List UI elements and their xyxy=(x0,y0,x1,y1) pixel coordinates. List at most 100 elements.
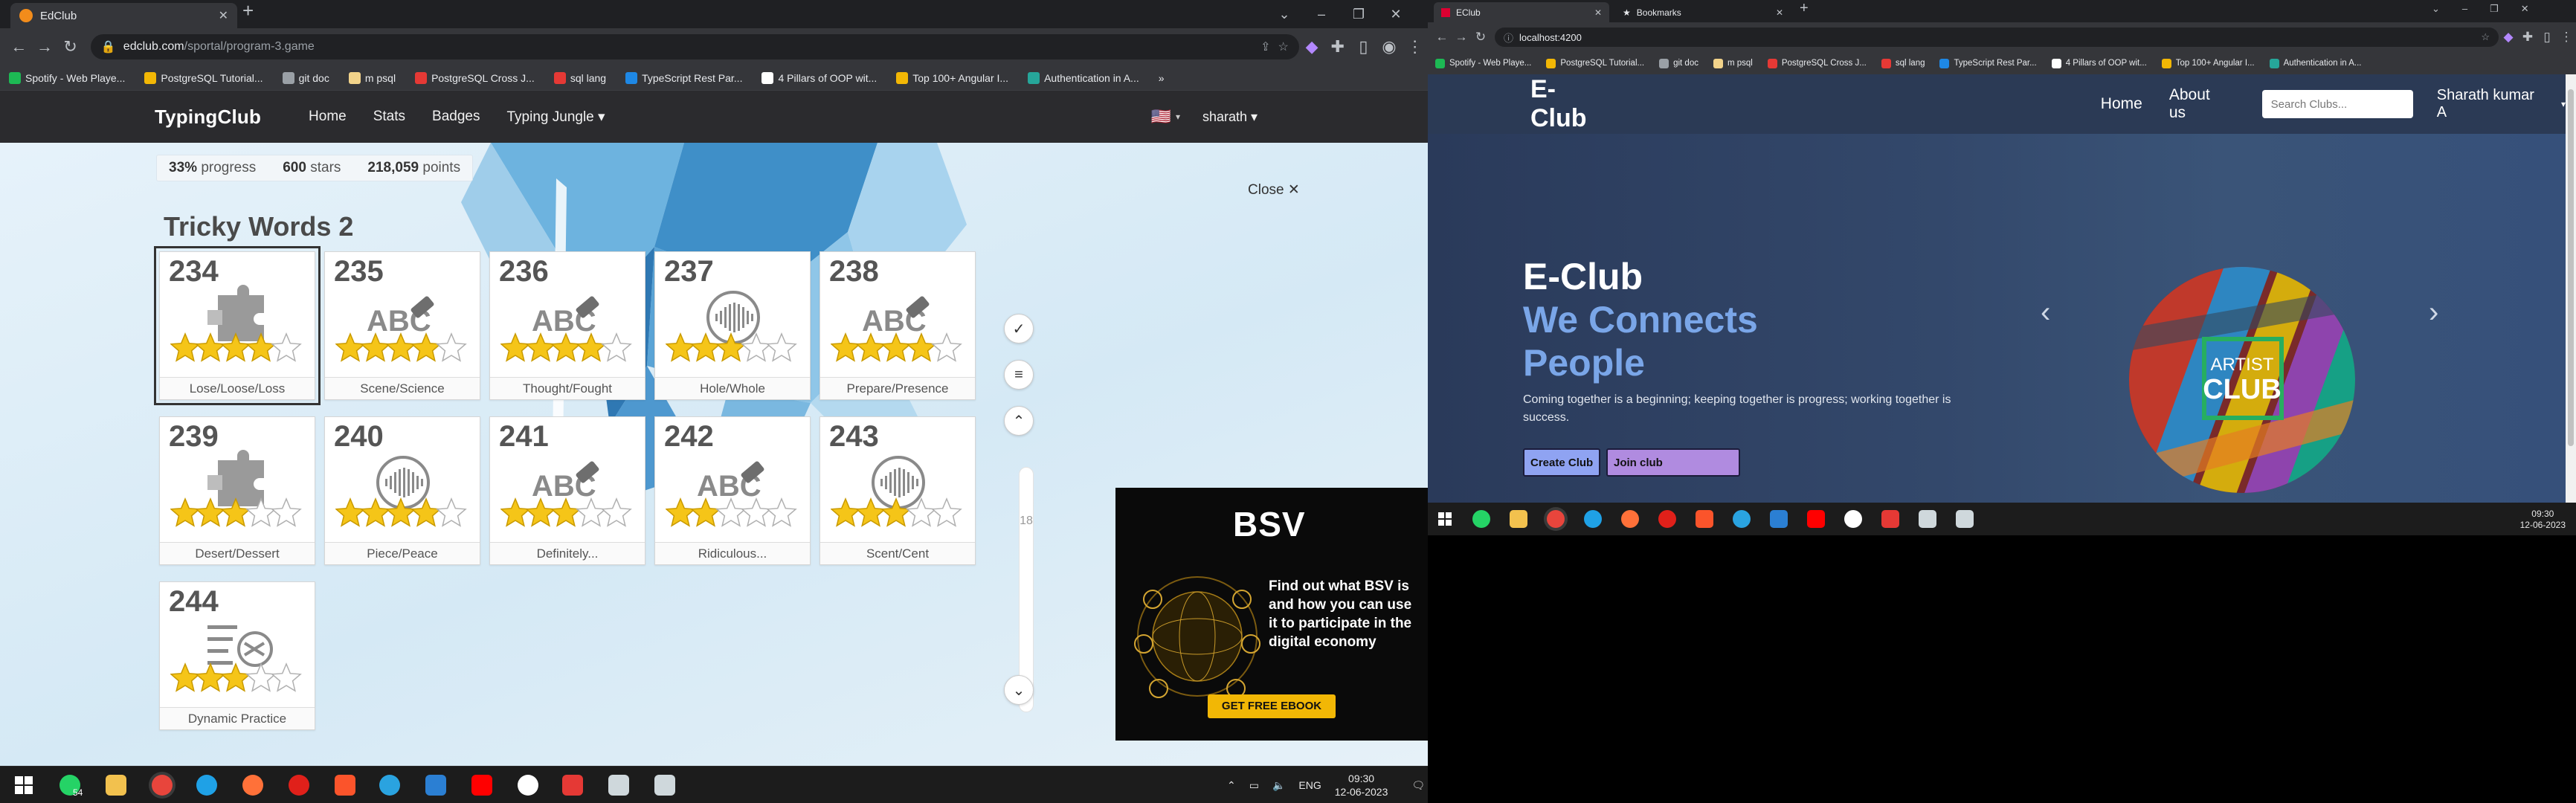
bookmark-more[interactable]: » xyxy=(1159,72,1165,84)
bookmark-typescript-rest-par[interactable]: TypeScript Rest Par... xyxy=(1939,58,2037,68)
bookmark-star-icon[interactable]: ☆ xyxy=(1278,39,1288,54)
chrome-menu-icon[interactable]: ⋮ xyxy=(1402,37,1428,57)
lesson-card-244[interactable]: 244 Dynamic Practice xyxy=(159,581,315,730)
page-scrollbar-thumb[interactable] xyxy=(2568,89,2574,446)
red-app-icon[interactable] xyxy=(1881,510,1899,528)
url-field[interactable]: 🔒 edclub.com/sportal/program-3.game ⇪ ☆ xyxy=(90,34,1299,59)
lesson-card-237[interactable]: 237 Hole/Whole xyxy=(654,251,811,400)
tool-app-2-icon[interactable] xyxy=(1956,510,1974,528)
bookmark-authentication-in-a[interactable]: Authentication in A... xyxy=(2269,58,2361,68)
menu-icon[interactable]: ≡ xyxy=(1004,360,1034,390)
telegram-icon[interactable] xyxy=(1733,510,1751,528)
tab-close-icon[interactable]: ✕ xyxy=(1594,7,1602,18)
brave-icon[interactable] xyxy=(335,775,355,796)
lesson-card-240[interactable]: 240 Piece/Peace xyxy=(324,416,480,565)
telegram-icon[interactable] xyxy=(379,775,400,796)
extensions-puzzle-icon[interactable]: ✚ xyxy=(2518,30,2537,45)
bookmark-postgresql-cross-j[interactable]: PostgreSQL Cross J... xyxy=(1767,58,1867,68)
vscode-icon[interactable] xyxy=(1770,510,1788,528)
bookmark-postgresql-tutorial[interactable]: PostgreSQL Tutorial... xyxy=(144,71,263,84)
check-circle-icon[interactable]: ✓ xyxy=(1004,314,1034,344)
new-tab-button[interactable]: + xyxy=(1800,0,1809,17)
get-free-ebook-button[interactable]: GET FREE EBOOK xyxy=(1208,694,1336,718)
extension-icon[interactable]: ◆ xyxy=(1299,37,1325,57)
bookmark-top-100-angular-i[interactable]: Top 100+ Angular I... xyxy=(2161,58,2255,68)
lesson-card-239[interactable]: 239 Desert/Dessert xyxy=(159,416,315,565)
minimize-icon[interactable]: – xyxy=(1303,0,1340,28)
sidebar-icon[interactable]: ▯ xyxy=(2537,30,2557,45)
tool-app-icon[interactable] xyxy=(608,775,629,796)
lesson-card-241[interactable]: 241 ABC Definitely... xyxy=(489,416,645,565)
nav-stats[interactable]: Stats xyxy=(373,109,405,125)
lesson-card-235[interactable]: 235 ABC Scene/Science xyxy=(324,251,480,400)
bookmark-star-icon[interactable]: ☆ xyxy=(2481,31,2490,43)
lesson-card-243[interactable]: 243 Scent/Cent xyxy=(820,416,976,565)
youtube-icon[interactable] xyxy=(471,775,492,796)
tab-bookmarks[interactable]: ★ Bookmarks ✕ xyxy=(1615,2,1791,22)
edge-icon[interactable] xyxy=(196,775,217,796)
brave-icon[interactable] xyxy=(1696,510,1713,528)
tab-close-icon[interactable]: ✕ xyxy=(219,8,228,23)
bookmark-m-psql[interactable]: m psql xyxy=(1713,58,1753,68)
profile-avatar-icon[interactable]: ◉ xyxy=(1376,37,1403,57)
tab-close-icon[interactable]: ✕ xyxy=(1776,7,1783,18)
bookmark-git-doc[interactable]: git doc xyxy=(282,71,329,84)
nav-badges[interactable]: Badges xyxy=(432,109,480,125)
bsv-advertisement[interactable]: BSV Find out what BSV is and how you can… xyxy=(1115,488,1428,741)
sidebar-icon[interactable]: ▯ xyxy=(1350,37,1376,57)
typingclub-logo[interactable]: TypingClub xyxy=(155,106,261,129)
chrome-icon[interactable] xyxy=(1547,510,1565,528)
volume-icon[interactable]: 🔈 xyxy=(1272,779,1285,792)
share-icon[interactable]: ⇪ xyxy=(1260,39,1270,54)
lesson-card-236[interactable]: 236 ABC Thought/Fought xyxy=(489,251,645,400)
app-icon[interactable] xyxy=(518,775,538,796)
eclub-logo[interactable]: E-Club xyxy=(1530,75,1610,133)
chevron-up-icon[interactable]: ⌃ xyxy=(1004,406,1034,436)
new-tab-button[interactable]: + xyxy=(242,0,254,22)
close-button[interactable]: Close ✕ xyxy=(1248,181,1300,199)
windows-start-icon[interactable] xyxy=(1438,512,1452,526)
chrome-menu-icon[interactable]: ⋮ xyxy=(2557,30,2576,45)
opera-icon[interactable] xyxy=(1658,510,1676,528)
restore-icon[interactable]: ❐ xyxy=(2490,3,2499,15)
firefox-icon[interactable] xyxy=(242,775,263,796)
create-club-button[interactable]: Create Club xyxy=(1523,448,1601,477)
restore-icon[interactable]: ❐ xyxy=(1340,0,1377,28)
tab-search-icon[interactable]: ⌄ xyxy=(2432,3,2440,15)
forward-icon[interactable]: → xyxy=(32,37,58,57)
bookmark-git-doc[interactable]: git doc xyxy=(1659,58,1698,68)
language-flag-icon[interactable]: 🇺🇸 xyxy=(1151,107,1171,126)
extension-icon[interactable]: ◆ xyxy=(2499,30,2518,45)
nav-home[interactable]: Home xyxy=(2101,95,2142,113)
bookmark-sql-lang[interactable]: sql lang xyxy=(553,71,606,84)
bookmark-postgresql-cross-j[interactable]: PostgreSQL Cross J... xyxy=(415,71,535,84)
language-caret-icon[interactable]: ▾ xyxy=(1176,112,1180,122)
taskbar-clock[interactable]: 09:30 12-06-2023 xyxy=(2520,509,2566,531)
tab-search-icon[interactable]: ⌄ xyxy=(1266,0,1303,28)
red-app-icon[interactable] xyxy=(562,775,583,796)
battery-icon[interactable]: ▭ xyxy=(1249,779,1259,792)
reload-icon[interactable]: ↻ xyxy=(57,37,83,57)
bookmark-authentication-in-a[interactable]: Authentication in A... xyxy=(1028,71,1139,84)
forward-icon[interactable]: → xyxy=(1452,30,1471,45)
language-indicator[interactable]: ENG xyxy=(1298,779,1321,791)
bookmark-sql-lang[interactable]: sql lang xyxy=(1881,58,1925,68)
app-icon[interactable] xyxy=(1844,510,1862,528)
minimize-icon[interactable]: – xyxy=(2462,3,2467,15)
bookmark-spotify-web-playe[interactable]: Spotify - Web Playe... xyxy=(9,71,125,84)
bookmark-spotify-web-playe[interactable]: Spotify - Web Playe... xyxy=(1435,58,1531,68)
windows-start-icon[interactable] xyxy=(15,776,33,794)
nav-typing-jungle[interactable]: Typing Jungle ▾ xyxy=(507,109,605,126)
back-icon[interactable]: ← xyxy=(6,37,32,57)
lesson-card-238[interactable]: 238 ABC Prepare/Presence xyxy=(820,251,976,400)
tray-chevron-icon[interactable]: ⌃ xyxy=(1227,779,1236,792)
bookmark-top-100-angular-i[interactable]: Top 100+ Angular I... xyxy=(896,71,1008,84)
bookmark-postgresql-tutorial[interactable]: PostgreSQL Tutorial... xyxy=(1546,58,1644,68)
bookmark-typescript-rest-par[interactable]: TypeScript Rest Par... xyxy=(625,71,742,84)
tool-app-icon[interactable] xyxy=(1919,510,1936,528)
opera-icon[interactable] xyxy=(289,775,309,796)
file-explorer-icon[interactable] xyxy=(106,775,126,796)
extensions-puzzle-icon[interactable]: ✚ xyxy=(1324,37,1350,57)
close-window-icon[interactable]: ✕ xyxy=(2521,3,2529,15)
tool-app-2-icon[interactable] xyxy=(654,775,675,796)
